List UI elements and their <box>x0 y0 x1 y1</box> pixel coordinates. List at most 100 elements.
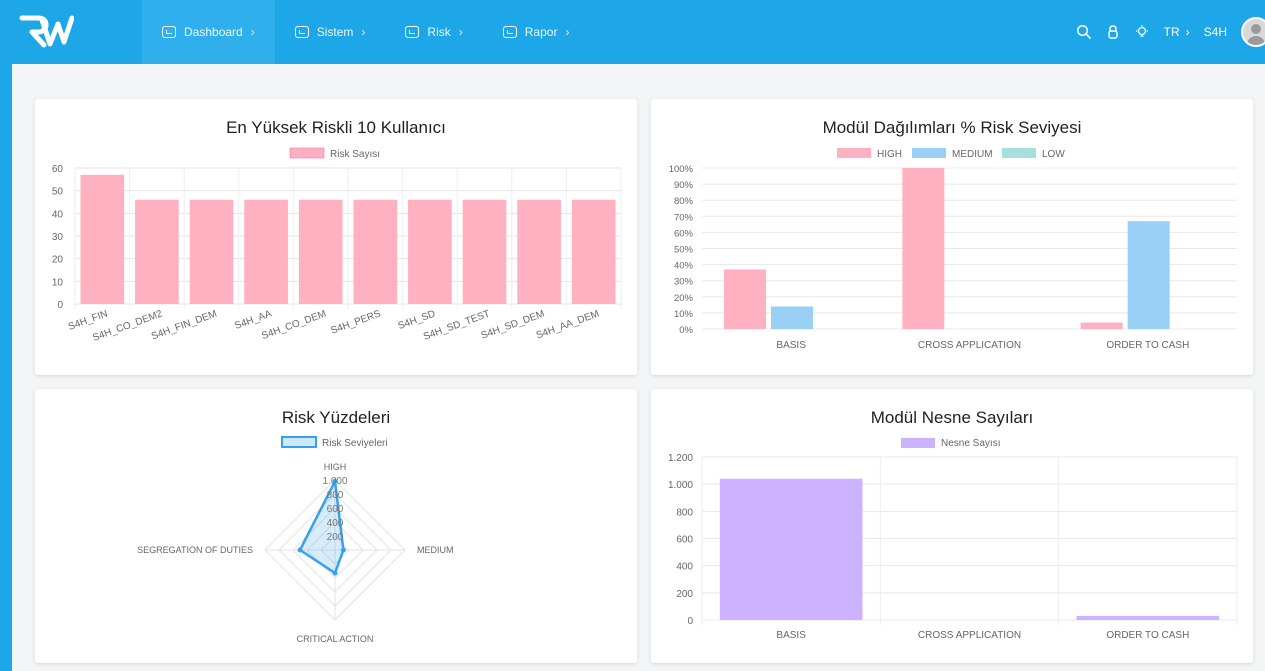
risk-percent-card: Risk Yüzdeleri Risk Seviyeleri 200 400 600 8… <box>35 389 637 663</box>
legend-label: Risk Sayısı <box>330 149 380 160</box>
radar-axis-label: HIGH <box>324 462 347 472</box>
header-tools: TR › S4H <box>1076 0 1265 64</box>
y-tick-label: 1.000 <box>668 480 693 491</box>
x-tick-label: CROSS APPLICATION <box>918 630 1021 641</box>
radar-point <box>340 547 346 553</box>
bar <box>719 478 863 620</box>
radar-point <box>297 547 303 553</box>
radar-axis-label: SEGREGATION OF DUTIES <box>137 545 253 555</box>
monitor-icon <box>405 26 420 38</box>
x-tick-label: ORDER TO CASH <box>1106 630 1189 641</box>
radar-axis-label: MEDIUM <box>417 545 454 555</box>
language-label: TR <box>1163 25 1180 39</box>
radar-axis-label: CRITICAL ACTION <box>297 634 374 644</box>
language-selector[interactable]: TR › <box>1164 25 1190 39</box>
y-tick-label: 1.200 <box>668 453 693 464</box>
y-tick-label: 20 <box>52 255 64 266</box>
y-tick-label: 50 <box>52 187 64 198</box>
legend-label: HIGH <box>877 149 902 160</box>
top-users-card: En Yüksek Riskli 10 Kullanıcı Risk Sayıs… <box>35 99 637 375</box>
bar <box>408 199 452 304</box>
module-objects-card: Modül Nesne Sayıları Nesne Sayısı 0 200 400… <box>651 389 1253 663</box>
legend-label: Risk Seviyeleri <box>322 438 388 449</box>
legend-swatch <box>837 148 871 158</box>
bar <box>902 168 945 329</box>
bulb-icon[interactable] <box>1134 24 1150 40</box>
bar <box>1080 322 1123 329</box>
y-tick-label: 400 <box>676 562 693 573</box>
bar <box>1076 615 1220 620</box>
chevron-right-icon: › <box>565 25 570 39</box>
monitor-icon <box>294 26 309 38</box>
nav-dashboard-label: Dashboard <box>184 25 243 39</box>
dashboard-content: En Yüksek Riskli 10 Kullanıcı Risk Sayıs… <box>12 64 1265 671</box>
risk-percent-chart: Risk Seviyeleri 200 400 600 800 1.000 HIGH MEDI… <box>137 436 454 644</box>
radar-tick-label: 800 <box>327 490 344 501</box>
y-tick-label: 0 <box>687 616 693 627</box>
legend-swatch <box>281 436 317 448</box>
nav-rapor[interactable]: Rapor › <box>483 0 590 64</box>
bar <box>353 199 398 304</box>
y-tick-label: 800 <box>676 507 693 518</box>
x-tick-label: BASIS <box>776 630 806 641</box>
radar-tick-label: 1.000 <box>322 476 347 487</box>
y-tick-label: 60 <box>52 164 64 175</box>
x-tick-label: S4H_PERS <box>329 308 382 336</box>
monitor-icon <box>502 26 517 38</box>
radar-point <box>332 570 338 576</box>
lock-icon[interactable] <box>1106 24 1120 40</box>
x-tick-label: CROSS APPLICATION <box>918 340 1021 351</box>
nav-risk-label: Risk <box>427 25 451 39</box>
nav-dashboard[interactable]: Dashboard › <box>142 0 275 64</box>
y-tick-label: 40 <box>52 209 64 220</box>
chevron-right-icon: › <box>458 25 463 39</box>
nav-risk[interactable]: Risk › <box>385 0 482 64</box>
nav-sistem[interactable]: Sistem › <box>275 0 386 64</box>
user-name[interactable]: S4H <box>1204 25 1227 39</box>
y-tick-label: 10 <box>52 277 64 288</box>
chevron-right-icon: › <box>250 25 255 39</box>
bar <box>1127 221 1170 329</box>
top-users-chart: Risk Sayısı0102030405060S4H_FINS4H_CO_DE… <box>52 147 622 344</box>
legend-label: LOW <box>1042 149 1065 160</box>
bar <box>724 269 766 329</box>
x-tick-label: BASIS <box>776 340 806 351</box>
bar <box>771 306 813 329</box>
x-tick-label: S4H_AA_DEM <box>535 308 601 341</box>
legend-swatch <box>901 438 935 448</box>
nav-sistem-label: Sistem <box>316 25 354 39</box>
main-nav: Dashboard › Sistem › Risk › Rapor › <box>142 0 589 64</box>
y-tick-label: 70% <box>674 212 694 223</box>
chevron-right-icon: › <box>361 25 366 39</box>
bar <box>298 199 343 304</box>
y-tick-label: 100% <box>669 164 694 175</box>
nav-rapor-label: Rapor <box>524 25 558 39</box>
y-tick-label: 30 <box>52 232 64 243</box>
top-navbar: Dashboard › Sistem › Risk › Rapor › TR ›… <box>0 0 1265 64</box>
y-tick-label: 50% <box>674 245 694 256</box>
bar <box>189 199 234 304</box>
y-tick-label: 20% <box>674 293 694 304</box>
x-tick-label: ORDER TO CASH <box>1106 340 1189 351</box>
y-tick-label: 80% <box>674 196 694 207</box>
legend-swatch <box>912 148 946 158</box>
y-tick-label: 40% <box>674 261 694 272</box>
radar-tick-label: 600 <box>327 504 344 515</box>
y-tick-label: 600 <box>676 535 693 546</box>
legend-label: MEDIUM <box>952 149 993 160</box>
bar <box>571 199 616 304</box>
bar <box>80 174 125 304</box>
y-tick-label: 0% <box>679 325 693 336</box>
chevron-right-icon: › <box>1185 25 1190 39</box>
y-tick-label: 30% <box>674 277 694 288</box>
brand-logo[interactable] <box>18 12 74 50</box>
legend-swatch <box>289 147 325 159</box>
monitor-icon <box>162 26 176 38</box>
y-tick-label: 60% <box>674 228 694 239</box>
radar-tick-label: 400 <box>327 518 344 529</box>
avatar[interactable] <box>1241 17 1265 47</box>
y-tick-label: 90% <box>674 180 694 191</box>
search-icon[interactable] <box>1076 24 1092 40</box>
bar <box>244 199 288 304</box>
bar <box>462 199 507 304</box>
